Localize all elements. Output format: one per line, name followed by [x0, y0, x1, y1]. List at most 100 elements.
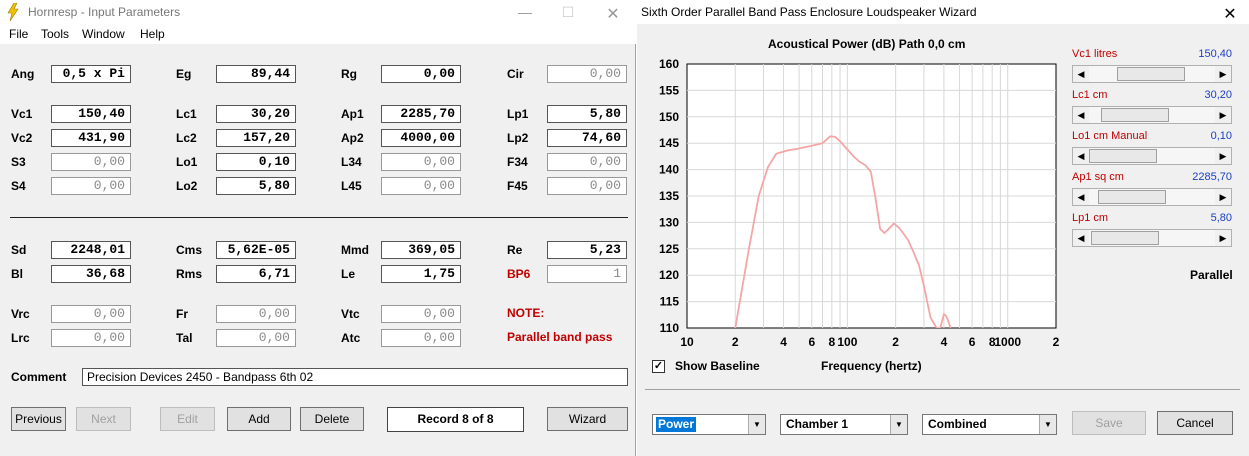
combination-dropdown[interactable]: Combined ▼ — [922, 414, 1057, 435]
delete-label: Delete — [314, 412, 350, 426]
param-input-s3[interactable]: 0,00 — [51, 153, 131, 171]
acoustic-power-chart: 16015515014514013513012512011511010 2 4 6 8 1… — [659, 57, 1060, 349]
param-input-re[interactable]: 5,23 — [547, 241, 627, 259]
minimize-icon[interactable]: — — [510, 4, 540, 20]
slider-thumb[interactable] — [1089, 149, 1157, 163]
param-input-lc1[interactable]: 30,20 — [216, 105, 296, 123]
chevron-down-icon[interactable]: ▼ — [1039, 415, 1056, 434]
wizard-window-title: Sixth Order Parallel Band Pass Enclosure… — [641, 5, 977, 19]
param-input-mmd[interactable]: 369,05 — [381, 241, 461, 259]
chevron-right-icon[interactable]: ▶ — [1215, 230, 1231, 246]
slider-thumb[interactable] — [1098, 190, 1167, 204]
param-input-l45[interactable]: 0,00 — [381, 177, 461, 195]
param-input-f45[interactable]: 0,00 — [547, 177, 627, 195]
cancel-button[interactable]: Cancel — [1157, 411, 1233, 435]
close-icon[interactable]: ✕ — [598, 4, 628, 24]
comment-input[interactable]: Precision Devices 2450 - Bandpass 6th 02 — [82, 368, 628, 386]
param-input-bl[interactable]: 36,68 — [51, 265, 131, 283]
param-input-bp6[interactable]: 1 — [547, 265, 627, 283]
param-label-lrc: Lrc — [11, 331, 30, 345]
chevron-right-icon[interactable]: ▶ — [1215, 189, 1231, 205]
param-input-s4[interactable]: 0,00 — [51, 177, 131, 195]
wizard-close-icon[interactable]: ✕ — [1215, 4, 1245, 24]
param-input-vc1[interactable]: 150,40 — [51, 105, 131, 123]
menu-tools[interactable]: Tools — [41, 27, 69, 41]
y-tick-label: 125 — [659, 242, 679, 256]
param-input-cir[interactable]: 0,00 — [547, 65, 627, 83]
edit-button[interactable]: Edit — [160, 407, 215, 431]
chamber-dropdown[interactable]: Chamber 1 ▼ — [780, 414, 908, 435]
slider-thumb[interactable] — [1116, 67, 1185, 81]
param-input-sd[interactable]: 2248,01 — [51, 241, 131, 259]
parameter-slider-2[interactable]: ◀ ▶ — [1072, 147, 1232, 165]
param-input-vrc[interactable]: 0,00 — [51, 305, 131, 323]
add-button[interactable]: Add — [227, 407, 291, 431]
chevron-left-icon[interactable]: ◀ — [1073, 66, 1089, 82]
parameter-slider-0[interactable]: ◀ ▶ — [1072, 65, 1232, 83]
menu-help[interactable]: Help — [140, 27, 165, 41]
param-label-l45: L45 — [341, 179, 362, 193]
checkbox-box[interactable]: ✓ — [652, 360, 665, 373]
y-tick-label: 135 — [659, 189, 679, 203]
chevron-left-icon[interactable]: ◀ — [1073, 189, 1089, 205]
param-input-lp2[interactable]: 74,60 — [547, 129, 627, 147]
param-label-lp1: Lp1 — [507, 107, 529, 121]
param-input-f34[interactable]: 0,00 — [547, 153, 627, 171]
chevron-left-icon[interactable]: ◀ — [1073, 107, 1089, 123]
param-label-f34: F34 — [507, 155, 528, 169]
chevron-down-icon[interactable]: ▼ — [890, 415, 907, 434]
param-input-tal[interactable]: 0,00 — [216, 329, 296, 347]
param-input-lc2[interactable]: 157,20 — [216, 129, 296, 147]
x-tick-label: 6 — [969, 335, 976, 349]
param-input-vc2[interactable]: 431,90 — [51, 129, 131, 147]
parameter-slider-1[interactable]: ◀ ▶ — [1072, 106, 1232, 124]
param-input-lp1[interactable]: 5,80 — [547, 105, 627, 123]
slider-label-2: Lo1 cm Manual — [1072, 130, 1148, 142]
menu-file[interactable]: File — [9, 27, 28, 41]
param-input-lo2[interactable]: 5,80 — [216, 177, 296, 195]
param-input-rg[interactable]: 0,00 — [381, 65, 461, 83]
chevron-down-icon[interactable]: ▼ — [748, 415, 765, 434]
param-input-atc[interactable]: 0,00 — [381, 329, 461, 347]
chevron-right-icon[interactable]: ▶ — [1215, 148, 1231, 164]
param-input-fr[interactable]: 0,00 — [216, 305, 296, 323]
y-tick-label: 115 — [660, 295, 680, 309]
param-input-ap1[interactable]: 2285,70 — [381, 105, 461, 123]
previous-button[interactable]: Previous — [11, 407, 66, 431]
y-tick-label: 120 — [659, 268, 679, 282]
y-tick-label: 130 — [659, 215, 679, 229]
chevron-left-icon[interactable]: ◀ — [1073, 148, 1089, 164]
param-input-eg[interactable]: 89,44 — [216, 65, 296, 83]
parameter-slider-3[interactable]: ◀ ▶ — [1072, 188, 1232, 206]
param-input-rms[interactable]: 6,71 — [216, 265, 296, 283]
divider — [10, 217, 628, 218]
param-label-cms: Cms — [176, 243, 203, 257]
chevron-left-icon[interactable]: ◀ — [1073, 230, 1089, 246]
next-button[interactable]: Next — [76, 407, 131, 431]
chevron-right-icon[interactable]: ▶ — [1215, 107, 1231, 123]
save-button[interactable]: Save — [1072, 411, 1146, 435]
parameter-slider-4[interactable]: ◀ ▶ — [1072, 229, 1232, 247]
param-label-eg: Eg — [176, 67, 192, 81]
param-input-lrc[interactable]: 0,00 — [51, 329, 131, 347]
slider-thumb[interactable] — [1100, 108, 1169, 122]
slider-label-3: Ap1 sq cm — [1072, 171, 1124, 183]
menu-window[interactable]: Window — [82, 27, 125, 41]
chart-type-dropdown[interactable]: Power ▼ — [652, 414, 766, 435]
next-label: Next — [91, 412, 116, 426]
param-input-cms[interactable]: 5,62E-05 — [216, 241, 296, 259]
delete-button[interactable]: Delete — [300, 407, 364, 431]
wizard-button[interactable]: Wizard — [547, 407, 628, 431]
param-input-ap2[interactable]: 4000,00 — [381, 129, 461, 147]
param-label-vrc: Vrc — [11, 307, 30, 321]
param-input-vtc[interactable]: 0,00 — [381, 305, 461, 323]
param-input-lo1[interactable]: 0,10 — [216, 153, 296, 171]
param-input-ang[interactable]: 0,5 x Pi — [51, 65, 131, 83]
param-input-le[interactable]: 1,75 — [381, 265, 461, 283]
y-tick-label: 110 — [660, 321, 680, 335]
param-label-s3: S3 — [11, 155, 26, 169]
chevron-right-icon[interactable]: ▶ — [1215, 66, 1231, 82]
maximize-icon[interactable]: ☐ — [553, 4, 583, 21]
param-input-l34[interactable]: 0,00 — [381, 153, 461, 171]
slider-thumb[interactable] — [1090, 231, 1159, 245]
